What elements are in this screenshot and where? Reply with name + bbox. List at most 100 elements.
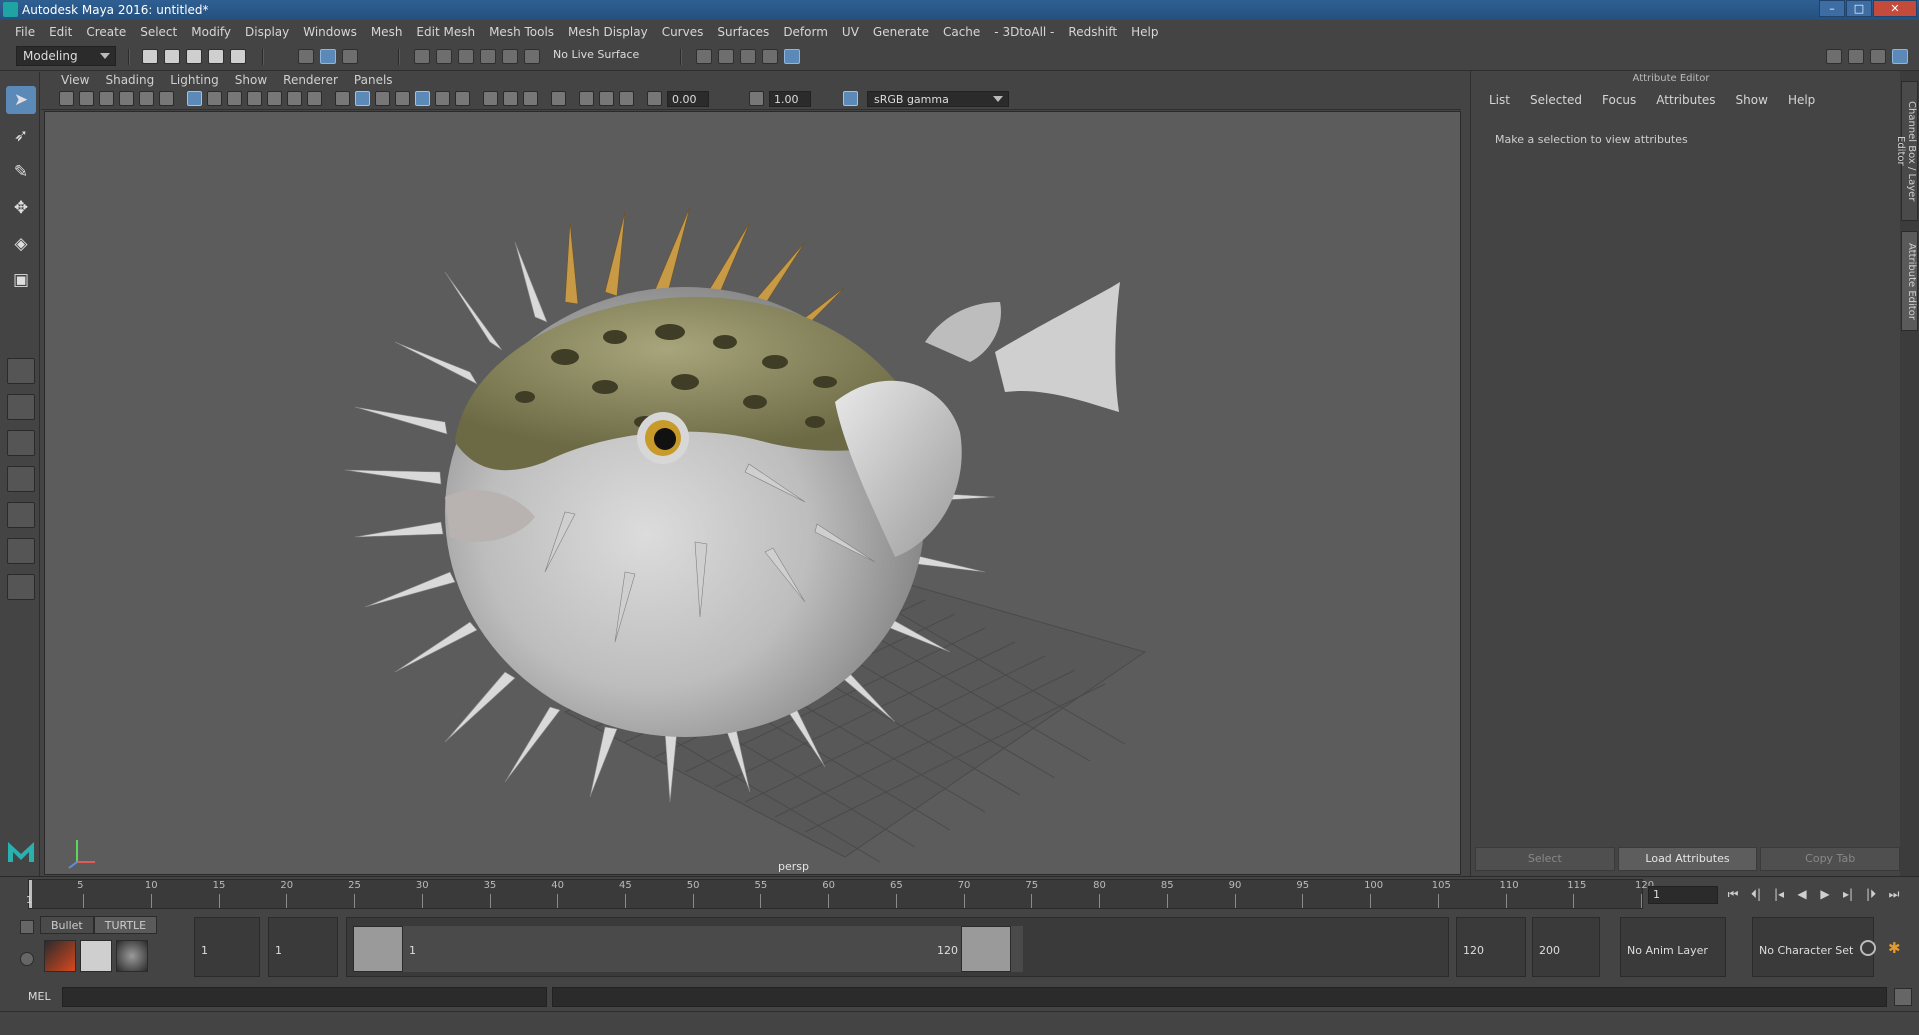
menu-modify[interactable]: Modify (184, 25, 238, 39)
snap-point-icon[interactable] (458, 49, 474, 64)
motion-blur-icon[interactable] (503, 91, 518, 106)
single-perspective-layout-icon[interactable] (7, 358, 35, 384)
menu-edit-mesh[interactable]: Edit Mesh (409, 25, 482, 39)
safe-action-icon[interactable] (287, 91, 302, 106)
attribute-editor-tab[interactable]: Attribute Editor (1901, 231, 1918, 331)
script-language-label[interactable]: MEL (28, 990, 51, 1003)
move-tool[interactable]: ✥ (6, 194, 36, 222)
panel-menu-view[interactable]: View (53, 73, 97, 87)
ae-menu-attributes[interactable]: Attributes (1646, 93, 1725, 107)
shelf-menu-icon[interactable] (20, 920, 34, 934)
play-backward-icon[interactable]: ◀ (1793, 886, 1811, 902)
tool-settings-icon[interactable] (1870, 49, 1886, 64)
persp-uv-layout-icon[interactable] (7, 538, 35, 564)
smooth-shade-icon[interactable] (355, 91, 370, 106)
panel-menu-lighting[interactable]: Lighting (162, 73, 227, 87)
shelf-tab-turtle[interactable]: TURTLE (93, 916, 158, 934)
persp-outliner-layout-icon[interactable] (7, 430, 35, 456)
new-scene-icon[interactable] (142, 49, 158, 64)
anti-aliasing-icon[interactable] (523, 91, 538, 106)
auto-key-icon[interactable] (1860, 940, 1876, 956)
camera-attributes-icon[interactable] (79, 91, 94, 106)
save-scene-icon[interactable] (186, 49, 202, 64)
menu-select[interactable]: Select (133, 25, 184, 39)
bookmark-icon[interactable] (99, 91, 114, 106)
play-forward-icon[interactable]: ▶ (1816, 886, 1834, 902)
select-component-icon[interactable] (342, 49, 358, 64)
hypershade-icon[interactable] (784, 49, 800, 64)
view-transform-select[interactable]: sRGB gamma (867, 91, 1009, 107)
command-input[interactable] (62, 987, 547, 1007)
snap-view-plane-icon[interactable] (480, 49, 496, 64)
playback-start-field[interactable]: 1 (268, 917, 338, 977)
script-editor-icon[interactable] (1894, 988, 1912, 1006)
menu-file[interactable]: File (8, 25, 42, 39)
select-camera-icon[interactable] (59, 91, 74, 106)
xray-components-icon[interactable] (619, 91, 634, 106)
menu-mesh[interactable]: Mesh (364, 25, 410, 39)
textured-icon[interactable] (415, 91, 430, 106)
default-material-icon[interactable] (375, 91, 390, 106)
ae-menu-selected[interactable]: Selected (1520, 93, 1592, 107)
exposure-icon[interactable] (647, 91, 662, 106)
grease-pencil-icon[interactable] (159, 91, 174, 106)
menu-surfaces[interactable]: Surfaces (710, 25, 776, 39)
maximize-button[interactable]: □ (1846, 0, 1872, 17)
menu-uv[interactable]: UV (835, 25, 866, 39)
current-frame-field[interactable]: 1 (1648, 886, 1718, 904)
time-slider-track[interactable]: 5 10 15 20 25 30 35 40 45 50 55 60 65 70 75 80 85 90 95 100… (28, 879, 1654, 909)
perspective-viewport[interactable]: persp (44, 111, 1461, 875)
xray-icon[interactable] (579, 91, 594, 106)
redo-icon[interactable] (230, 49, 246, 64)
copy-tab-button[interactable]: Copy Tab (1760, 847, 1901, 871)
ae-menu-focus[interactable]: Focus (1592, 93, 1646, 107)
step-back-frame-icon[interactable]: |◂ (1770, 886, 1788, 902)
four-view-layout-icon[interactable] (7, 394, 35, 420)
grid-icon[interactable] (187, 91, 202, 106)
scale-tool[interactable]: ▣ (6, 266, 36, 294)
turtle-bake-icon[interactable] (80, 940, 112, 972)
menu-generate[interactable]: Generate (866, 25, 936, 39)
gate-mask-icon[interactable] (247, 91, 262, 106)
menu-create[interactable]: Create (79, 25, 133, 39)
snap-curve-icon[interactable] (436, 49, 452, 64)
select-tool[interactable]: ➤ (6, 86, 36, 114)
symmetry-icon[interactable] (524, 49, 540, 64)
menu-help[interactable]: Help (1124, 25, 1165, 39)
range-end-handle[interactable] (961, 926, 1011, 972)
menu-cache[interactable]: Cache (936, 25, 987, 39)
panel-menu-show[interactable]: Show (227, 73, 275, 87)
channel-box-tab[interactable]: Channel Box / Layer Editor (1895, 81, 1918, 221)
snap-grid-icon[interactable] (414, 49, 430, 64)
render-frame-icon[interactable] (718, 49, 734, 64)
live-surface-field[interactable]: No Live Surface (553, 48, 639, 61)
ae-menu-show[interactable]: Show (1726, 93, 1778, 107)
channel-box-toggle-icon[interactable] (1892, 49, 1908, 64)
render-view-icon[interactable] (696, 49, 712, 64)
ae-menu-list[interactable]: List (1479, 93, 1520, 107)
close-button[interactable]: ✕ (1873, 0, 1917, 17)
color-management-icon[interactable] (843, 91, 858, 106)
hypershade-layout-icon[interactable] (7, 502, 35, 528)
minimize-button[interactable]: – (1819, 0, 1845, 17)
step-forward-key-icon[interactable]: |⏵ (1862, 886, 1880, 902)
step-back-key-icon[interactable]: ⏴| (1747, 886, 1765, 902)
undo-icon[interactable] (208, 49, 224, 64)
go-to-start-icon[interactable]: ⏮ (1724, 886, 1742, 902)
shadows-icon[interactable] (455, 91, 470, 106)
resolution-gate-icon[interactable] (227, 91, 242, 106)
turtle-material-icon[interactable] (116, 940, 148, 972)
ipr-render-icon[interactable] (740, 49, 756, 64)
panel-menu-panels[interactable]: Panels (346, 73, 401, 87)
2d-pan-zoom-icon[interactable] (139, 91, 154, 106)
range-start-handle[interactable] (353, 926, 403, 972)
animation-preferences-icon[interactable]: ✱ (1888, 940, 1906, 956)
snap-live-icon[interactable] (502, 49, 518, 64)
ae-select-button[interactable]: Select (1475, 847, 1615, 871)
rotate-tool[interactable]: ◈ (6, 230, 36, 258)
shelf-settings-gear-icon[interactable] (20, 952, 34, 966)
xray-joints-icon[interactable] (599, 91, 614, 106)
select-hierarchy-icon[interactable] (298, 49, 314, 64)
step-forward-frame-icon[interactable]: ▸| (1839, 886, 1857, 902)
outliner-icon[interactable] (1848, 49, 1864, 64)
